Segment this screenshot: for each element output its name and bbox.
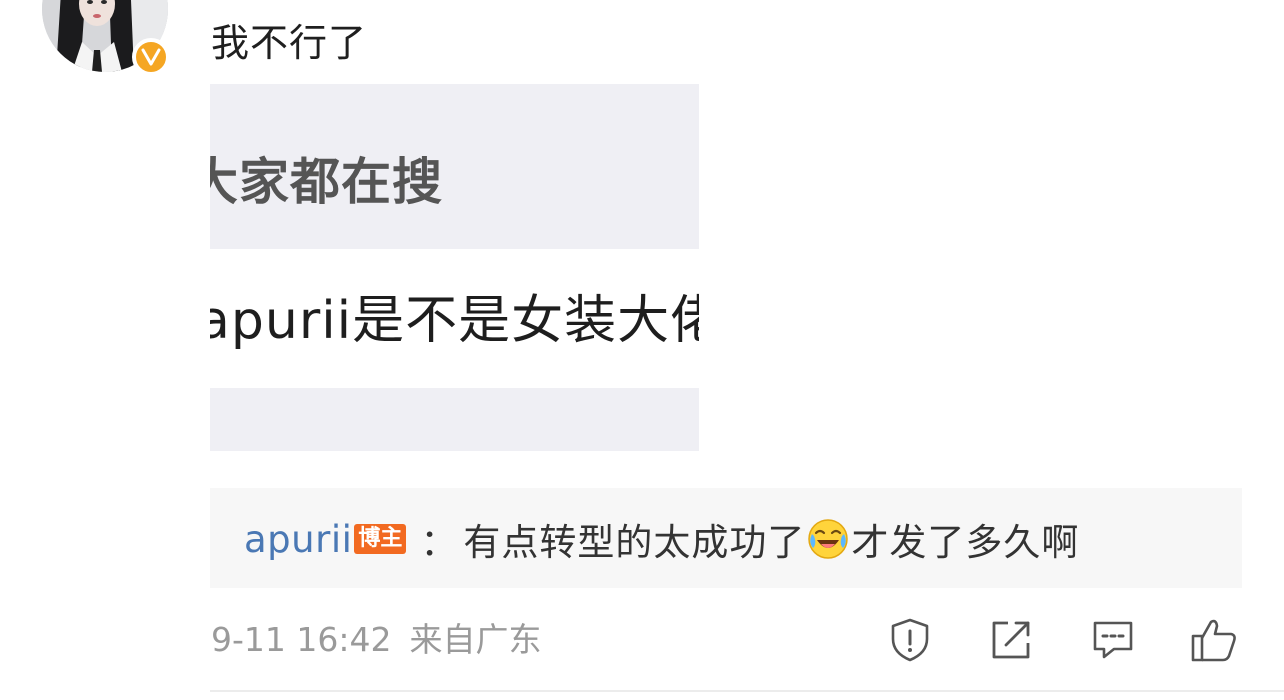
verified-v-icon <box>141 48 161 66</box>
reply-text-before: 有点转型的太成功了 <box>463 521 806 564</box>
reply-colon: ： <box>420 521 458 564</box>
laugh-cry-emoji-icon <box>807 518 849 560</box>
post-image[interactable]: 大家都在搜 apurii是不是女装大佬 <box>210 84 699 451</box>
image-heading-text: 大家都在搜 <box>210 153 443 211</box>
post-text: 我不行了 <box>211 21 368 65</box>
author-avatar-wrap[interactable] <box>42 0 170 76</box>
repost-button[interactable] <box>985 614 1037 666</box>
post-datetime: 9-11 16:42 <box>211 620 392 659</box>
reply-author-link[interactable]: apurii <box>244 518 352 561</box>
image-band-bottom <box>210 388 699 451</box>
report-button[interactable] <box>884 614 936 666</box>
comment-icon <box>1093 621 1133 659</box>
like-button[interactable] <box>1188 614 1240 666</box>
bottom-divider <box>210 690 1284 692</box>
image-search-text: apurii是不是女装大佬 <box>210 291 699 351</box>
verified-badge <box>132 38 170 76</box>
comment-button[interactable] <box>1087 614 1139 666</box>
shield-exclamation-icon <box>891 618 929 662</box>
reply-preview[interactable]: apurii 博主 ： 有点转型的太成功了 才发了多久啊 <box>210 488 1242 588</box>
post-meta: 9-11 16:42 来自广东 <box>211 618 542 662</box>
reply-line: apurii 博主 ： 有点转型的太成功了 才发了多久啊 <box>244 514 1080 565</box>
share-icon <box>992 621 1030 659</box>
blogger-tag: 博主 <box>354 524 407 554</box>
thumbs-up-icon <box>1191 619 1236 662</box>
post-source: 来自广东 <box>409 620 542 659</box>
reply-text-after: 才发了多久啊 <box>851 521 1080 564</box>
